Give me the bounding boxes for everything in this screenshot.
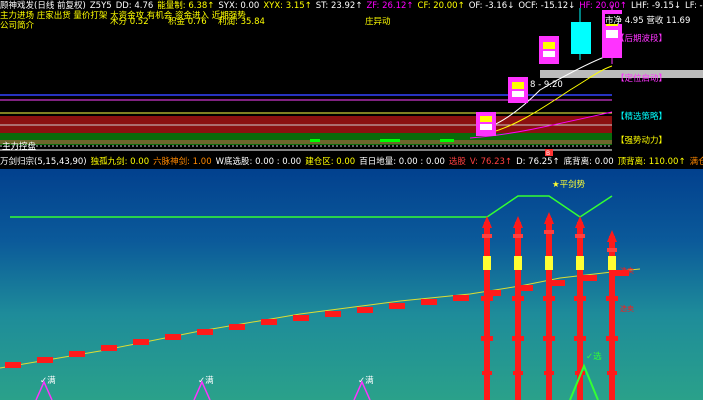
- main-chart-canvas[interactable]: B: [0, 0, 703, 156]
- full-mark-2: ✓满: [198, 376, 214, 386]
- candle-1[interactable]: [476, 112, 496, 136]
- sword-column: [512, 216, 524, 400]
- candle-3[interactable]: [539, 36, 559, 64]
- red-dash-series: [5, 270, 629, 368]
- sub-chart-canvas[interactable]: [0, 156, 703, 400]
- sword-column: [543, 212, 555, 400]
- buy-mark: ✓选: [586, 352, 602, 362]
- tag-position-start[interactable]: 【定位启动】: [616, 72, 667, 84]
- value-b: 积金 0.76: [168, 17, 207, 27]
- sword-column: [574, 216, 586, 400]
- tag-strong-power[interactable]: 【强势动力】: [616, 134, 667, 146]
- sword-column: [606, 230, 618, 400]
- price-range-label: 8 - 9.20: [530, 80, 563, 90]
- tag-late-wave[interactable]: 【后期波段】: [616, 32, 667, 44]
- full-mark-1: ✓满: [40, 376, 56, 386]
- ping-jian-label: ★平剑势: [552, 180, 586, 190]
- sell-label-1: 选卖: [620, 267, 634, 275]
- main-chart-panel[interactable]: 顾神戏发(日线 前复权) Z5Y5 DD: 4.76 能量制: 6.38↑ SYX: 0…: [0, 0, 703, 156]
- control-label: 主力控盘: [2, 142, 37, 152]
- value-a: 木分 0.52: [110, 17, 149, 27]
- candle-4[interactable]: [571, 8, 591, 60]
- value-c: 利润: 35.84: [218, 17, 265, 27]
- candle-2[interactable]: [508, 77, 528, 103]
- tag-strategy[interactable]: 【精选策略】: [616, 110, 667, 122]
- sub-indicator-panel[interactable]: 万剑归宗(5,15,43,90) 独孤九剑: 0.00 六脉神剑: 1.00 W底选股…: [0, 156, 703, 400]
- zhuang-label: 庄异动: [365, 17, 391, 27]
- sell-label-2: 选卖: [620, 305, 634, 313]
- valuation-box: 市净 4.95 营收 11.69: [605, 14, 703, 26]
- full-mark-3: ✓满: [358, 376, 374, 386]
- sword-column: [481, 216, 493, 400]
